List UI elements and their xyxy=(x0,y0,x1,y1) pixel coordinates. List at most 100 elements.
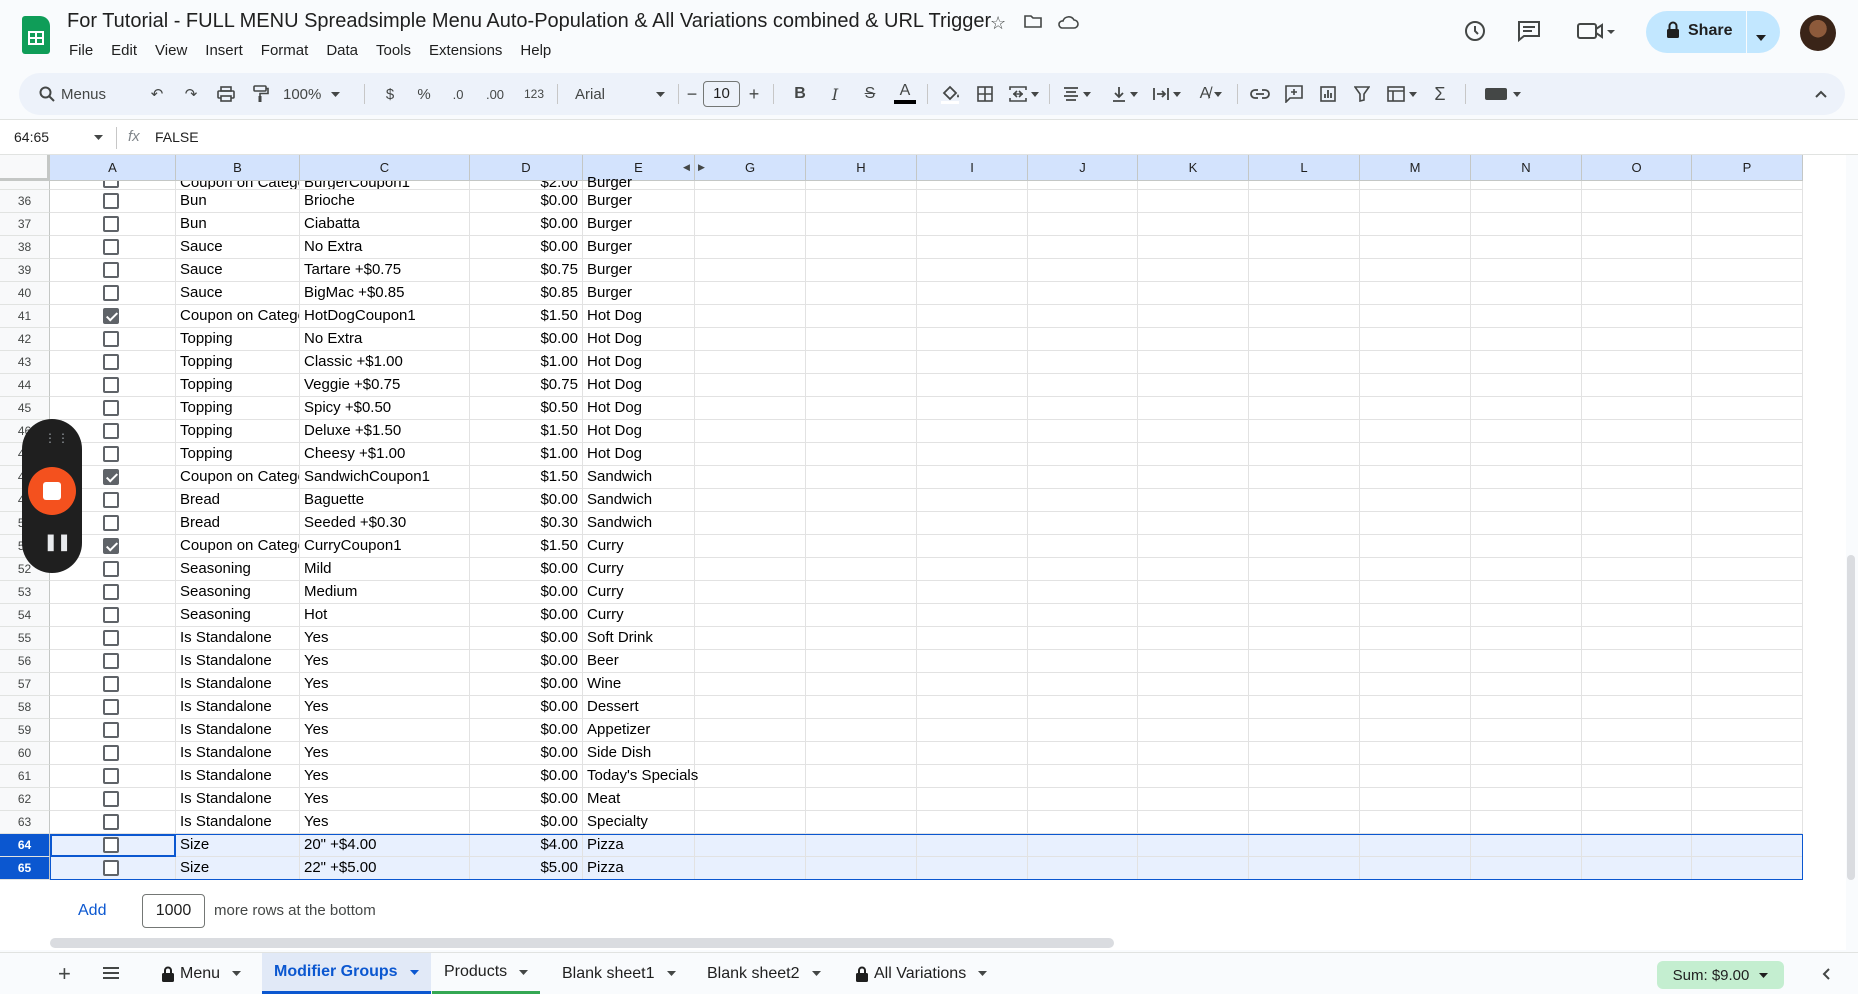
column-header-c[interactable]: C xyxy=(300,155,470,181)
empty-cell[interactable] xyxy=(1249,374,1360,397)
empty-cell[interactable] xyxy=(1028,742,1138,765)
empty-cell[interactable] xyxy=(1582,535,1692,558)
cell-d[interactable]: $2.00 xyxy=(470,181,583,190)
empty-cell[interactable] xyxy=(1138,604,1249,627)
checkbox[interactable] xyxy=(103,676,119,692)
cell-c[interactable]: Seeded +$0.30 xyxy=(300,512,470,535)
cell-d[interactable]: $0.00 xyxy=(470,558,583,581)
empty-cell[interactable] xyxy=(917,719,1028,742)
empty-cell[interactable] xyxy=(1360,351,1471,374)
cell-c[interactable]: No Extra xyxy=(300,328,470,351)
empty-cell[interactable] xyxy=(1138,811,1249,834)
empty-cell[interactable] xyxy=(1471,443,1582,466)
empty-cell[interactable] xyxy=(1138,719,1249,742)
row-header[interactable]: 57 xyxy=(0,673,50,696)
empty-cell[interactable] xyxy=(1249,443,1360,466)
cell-c[interactable]: Tartare +$0.75 xyxy=(300,259,470,282)
empty-cell[interactable] xyxy=(1028,558,1138,581)
empty-cell[interactable] xyxy=(917,443,1028,466)
empty-cell[interactable] xyxy=(1582,604,1692,627)
checkbox[interactable] xyxy=(103,837,119,853)
empty-cell[interactable] xyxy=(1692,282,1803,305)
cell-c[interactable]: Hot xyxy=(300,604,470,627)
empty-cell[interactable] xyxy=(1692,328,1803,351)
column-header-h[interactable]: H xyxy=(806,155,917,181)
empty-cell[interactable] xyxy=(1471,742,1582,765)
empty-cell[interactable] xyxy=(1138,742,1249,765)
empty-cell[interactable] xyxy=(1692,236,1803,259)
empty-cell[interactable] xyxy=(1692,788,1803,811)
empty-cell[interactable] xyxy=(1138,788,1249,811)
row-header[interactable]: 65 xyxy=(0,857,50,880)
cell-c[interactable]: Spicy +$0.50 xyxy=(300,397,470,420)
empty-cell[interactable] xyxy=(917,397,1028,420)
empty-cell[interactable] xyxy=(1471,282,1582,305)
empty-cell[interactable] xyxy=(1471,719,1582,742)
row-header[interactable]: 36 xyxy=(0,190,50,213)
row-header[interactable]: 44 xyxy=(0,374,50,397)
empty-cell[interactable] xyxy=(1138,627,1249,650)
empty-cell[interactable] xyxy=(1582,374,1692,397)
cell-e[interactable]: Curry xyxy=(583,604,695,627)
row-header[interactable]: 55 xyxy=(0,627,50,650)
empty-cell[interactable] xyxy=(1692,181,1803,190)
avatar[interactable] xyxy=(1800,15,1836,51)
sheets-logo-icon[interactable] xyxy=(22,16,50,54)
cell-e[interactable]: Dessert xyxy=(583,696,695,719)
chevron-down-icon[interactable] xyxy=(666,971,676,976)
cell-d[interactable]: $0.00 xyxy=(470,489,583,512)
empty-cell[interactable] xyxy=(1360,181,1471,190)
checkbox-cell[interactable] xyxy=(50,719,176,742)
empty-cell[interactable] xyxy=(1249,351,1360,374)
checkbox-cell[interactable] xyxy=(50,259,176,282)
empty-cell[interactable] xyxy=(1028,443,1138,466)
empty-cell[interactable] xyxy=(917,650,1028,673)
empty-cell[interactable] xyxy=(1249,834,1360,857)
select-all-corner[interactable] xyxy=(0,155,50,181)
empty-cell[interactable] xyxy=(1028,466,1138,489)
spreadsheet-grid[interactable]: ABCDEGHIJKLMNOP◀▶Coupon on CategoryBurge… xyxy=(0,155,1846,880)
empty-cell[interactable] xyxy=(1471,420,1582,443)
cell-d[interactable]: $1.50 xyxy=(470,466,583,489)
cell-d[interactable]: $0.30 xyxy=(470,512,583,535)
empty-cell[interactable] xyxy=(1582,811,1692,834)
empty-cell[interactable] xyxy=(1582,857,1692,880)
cell-b[interactable]: Bread xyxy=(176,512,300,535)
cell-d[interactable]: $0.00 xyxy=(470,213,583,236)
empty-cell[interactable] xyxy=(695,627,806,650)
cell-c[interactable]: Cheesy +$1.00 xyxy=(300,443,470,466)
row-header[interactable]: 56 xyxy=(0,650,50,673)
empty-cell[interactable] xyxy=(917,213,1028,236)
cell-b[interactable]: Topping xyxy=(176,374,300,397)
empty-cell[interactable] xyxy=(1360,282,1471,305)
empty-cell[interactable] xyxy=(1692,673,1803,696)
empty-cell[interactable] xyxy=(1692,397,1803,420)
checkbox[interactable] xyxy=(103,400,119,416)
cell-c[interactable]: Yes xyxy=(300,788,470,811)
empty-cell[interactable] xyxy=(1692,604,1803,627)
empty-cell[interactable] xyxy=(1138,374,1249,397)
empty-cell[interactable] xyxy=(1582,305,1692,328)
checkbox[interactable] xyxy=(103,653,119,669)
empty-cell[interactable] xyxy=(917,489,1028,512)
empty-cell[interactable] xyxy=(806,857,917,880)
empty-cell[interactable] xyxy=(1138,351,1249,374)
empty-cell[interactable] xyxy=(695,696,806,719)
empty-cell[interactable] xyxy=(1249,259,1360,282)
menu-edit[interactable]: Edit xyxy=(102,40,146,61)
add-rows-button[interactable]: Add xyxy=(78,902,106,920)
insert-comment-icon[interactable] xyxy=(1281,73,1307,115)
cell-d[interactable]: $1.50 xyxy=(470,305,583,328)
empty-cell[interactable] xyxy=(1360,765,1471,788)
cell-c[interactable]: Brioche xyxy=(300,190,470,213)
empty-cell[interactable] xyxy=(1249,512,1360,535)
cell-e[interactable]: Beer xyxy=(583,650,695,673)
checkbox[interactable] xyxy=(103,469,119,485)
horizontal-align-icon[interactable] xyxy=(1059,73,1095,115)
menu-extensions[interactable]: Extensions xyxy=(420,40,511,61)
cell-b[interactable]: Size xyxy=(176,834,300,857)
row-header[interactable]: 59 xyxy=(0,719,50,742)
empty-cell[interactable] xyxy=(806,443,917,466)
name-box[interactable]: 64:65 xyxy=(14,129,49,145)
checkbox-cell[interactable] xyxy=(50,696,176,719)
